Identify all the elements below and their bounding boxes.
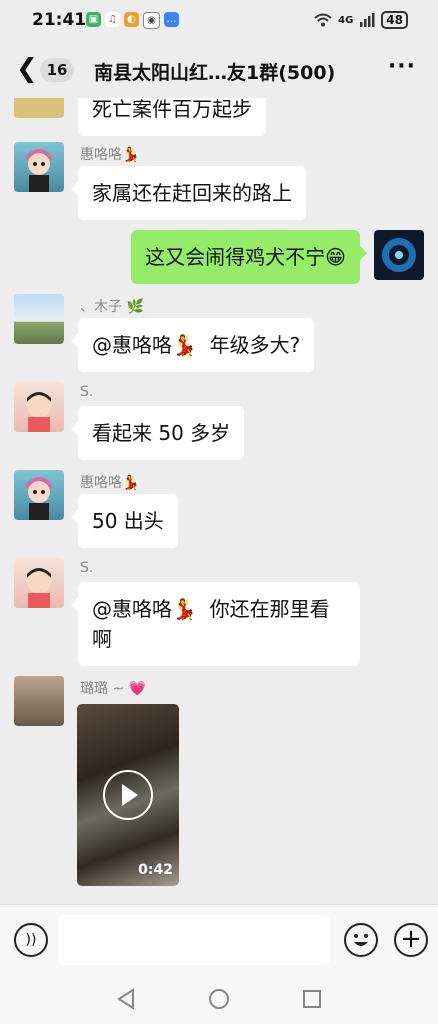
music-notification-icon: ♫ (105, 12, 120, 27)
emoji-icon[interactable] (344, 923, 378, 957)
voice-icon[interactable]: )) (14, 923, 48, 957)
status-time: 21:41 (32, 10, 87, 30)
message-bubble[interactable]: @惠咯咯💃 你还在那里看 啊 (71, 582, 360, 666)
sender-name: 惠咯咯💃 (80, 147, 140, 163)
avatar[interactable] (14, 98, 64, 118)
message-input[interactable] (58, 915, 330, 965)
sender-name: 璐璐 ~ 💗 (80, 681, 147, 697)
wifi-icon (314, 13, 332, 27)
video-duration: 0:42 (138, 862, 173, 878)
home-circle-icon[interactable] (208, 988, 230, 1010)
message-bubble[interactable]: 这又会闹得鸡犬不宁😁 (131, 230, 367, 284)
app-notification-icon: ◉ (143, 12, 160, 29)
notification-icons: ▣ ♫ ◐ ◉ … (86, 12, 179, 29)
battery-indicator: 48 (381, 11, 408, 29)
recents-square-icon[interactable] (302, 988, 322, 1010)
avatar[interactable] (14, 558, 64, 608)
message-bubble[interactable]: 死亡案件百万起步 (78, 98, 266, 136)
message-bubble[interactable]: 看起来 50 多岁 (70, 406, 245, 460)
sender-name: S. (80, 384, 94, 400)
chat-header: ❮ 16 南县太阳山红…友1群(500) ··· (0, 42, 438, 98)
plus-icon[interactable]: + (394, 923, 428, 957)
message-bubble[interactable]: 家属还在赶回来的路上 (71, 166, 306, 220)
sender-name: 惠咯咯💃 (80, 475, 140, 491)
avatar[interactable] (14, 294, 64, 344)
system-nav-bar (0, 976, 438, 1024)
message-bubble[interactable]: 50 出头 (71, 494, 178, 548)
back-icon[interactable]: ❮ (16, 56, 38, 82)
app-notification-icon: ▣ (86, 12, 101, 27)
chat-title: 南县太阳山红…友1群(500) (94, 62, 336, 84)
my-avatar[interactable] (374, 230, 424, 280)
input-bar: )) + (0, 904, 438, 977)
sender-name: S. (80, 560, 94, 576)
back-triangle-icon[interactable] (116, 988, 136, 1010)
app-notification-icon: ◐ (124, 12, 139, 27)
status-right: 4G 48 (314, 11, 408, 29)
signal-icon (360, 13, 375, 27)
status-bar: 21:41 ▣ ♫ ◐ ◉ … 4G 48 (0, 0, 438, 42)
play-icon[interactable] (103, 770, 153, 820)
network-label: 4G (338, 14, 354, 26)
unread-count-badge[interactable]: 16 (40, 58, 74, 82)
avatar[interactable] (14, 382, 64, 432)
avatar[interactable] (14, 142, 64, 192)
avatar[interactable] (14, 470, 64, 520)
message-notification-icon: … (164, 12, 179, 27)
message-list[interactable]: 死亡案件百万起步 惠咯咯💃 家属还在赶回来的路上 这又会闹得鸡犬不宁😁 、木子 … (0, 98, 438, 904)
avatar[interactable] (14, 676, 64, 726)
sender-name: 、木子 🌿 (80, 299, 144, 315)
message-bubble[interactable]: @惠咯咯💃 年级多大? (70, 318, 315, 372)
video-message[interactable]: 0:42 (77, 704, 179, 886)
more-icon[interactable]: ··· (388, 54, 416, 79)
